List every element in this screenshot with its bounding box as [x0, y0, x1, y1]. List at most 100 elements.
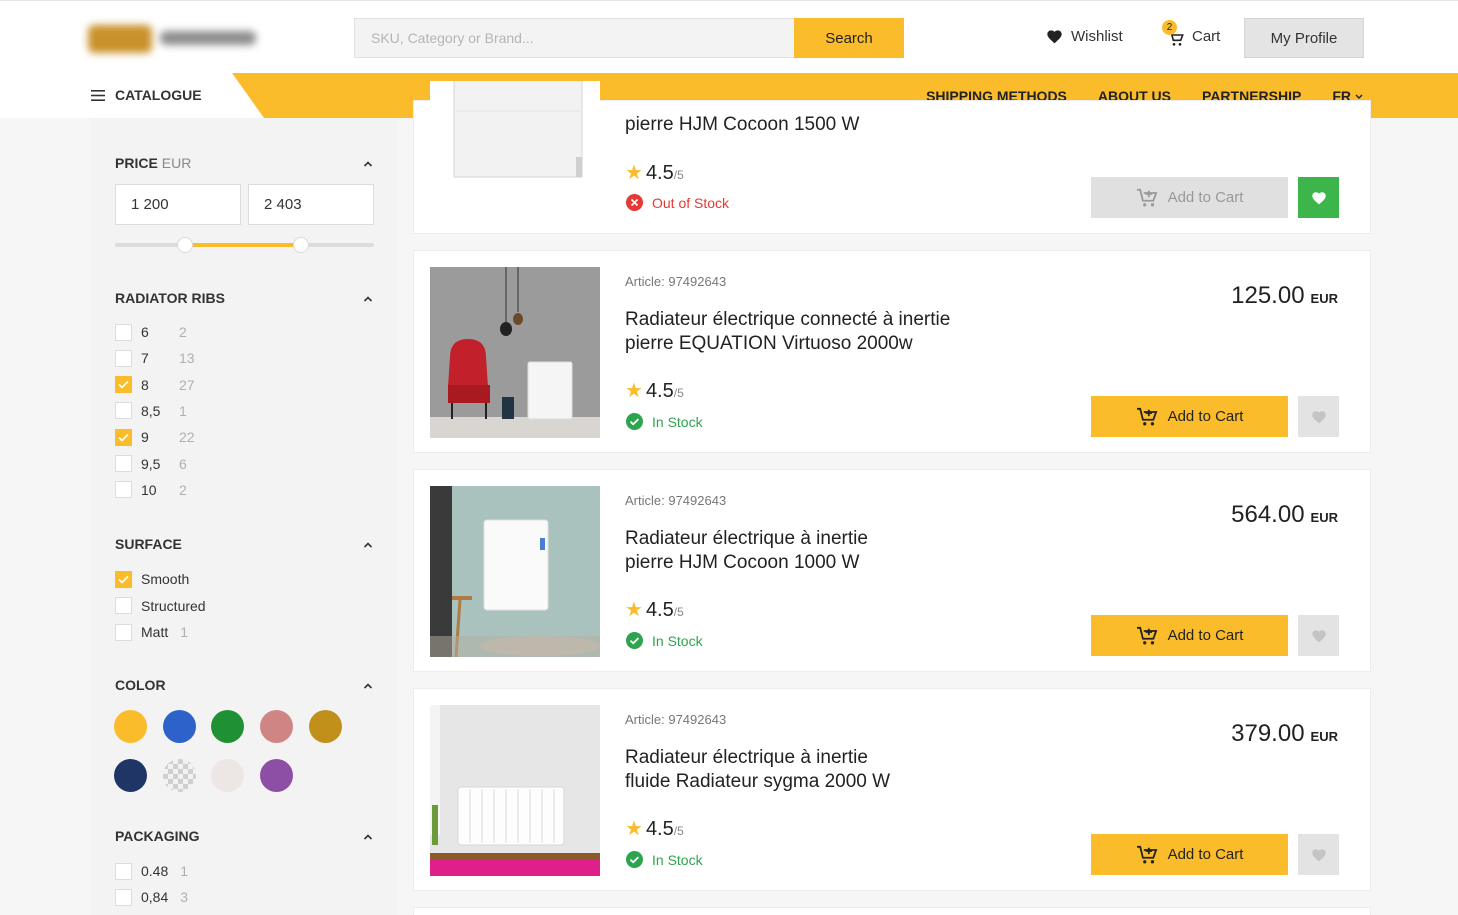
color-swatch[interactable]	[260, 710, 294, 743]
filter-option[interactable]: 0.48 1	[115, 862, 188, 880]
color-swatch[interactable]	[114, 759, 147, 792]
filters-sidebar: PRICEEUR RADIATOR RIBS 627138278,519229,…	[90, 118, 398, 915]
filter-option[interactable]: 8 27	[115, 376, 195, 394]
site-header: Search Wishlist 2 Cart My Profile	[0, 0, 1458, 73]
price-max-input[interactable]	[248, 184, 374, 225]
product-title[interactable]: pierre HJM Cocoon 1500 W	[625, 113, 1045, 137]
color-swatch[interactable]	[308, 710, 342, 743]
search-input[interactable]	[354, 18, 794, 58]
filter-option[interactable]: 8,5 1	[115, 402, 187, 420]
cart-link[interactable]: 2 Cart	[1162, 19, 1221, 46]
star-icon: ★	[625, 818, 643, 840]
price-min-input[interactable]	[115, 184, 241, 225]
packaging-filter-title: PACKAGING	[115, 828, 200, 844]
product-price: 379.00 EUR	[1231, 720, 1338, 747]
color-swatch[interactable]	[211, 759, 245, 792]
filter-option[interactable]: 9,5 6	[115, 455, 187, 473]
product-title[interactable]: Radiateur électrique à inertie pierre HJM…	[625, 527, 1045, 575]
product-image[interactable]	[430, 486, 600, 657]
color-filter-title: COLOR	[115, 677, 166, 693]
checkbox[interactable]	[115, 888, 132, 906]
product-image[interactable]	[430, 705, 600, 876]
cart-label: Cart	[1192, 28, 1221, 45]
product-image[interactable]	[430, 267, 600, 438]
add-to-wishlist-button[interactable]	[1298, 177, 1339, 218]
color-swatch[interactable]	[162, 759, 196, 792]
ribs-filter-title: RADIATOR RIBS	[115, 290, 225, 306]
catalogue-label: CATALOGUE	[115, 87, 202, 103]
add-cart-icon	[1136, 407, 1157, 425]
filter-option[interactable]: 62	[115, 323, 187, 341]
filter-option[interactable]: 0,84 3	[115, 888, 188, 906]
add-to-cart-button[interactable]: Add to Cart	[1091, 177, 1288, 218]
filter-option[interactable]: Structured	[115, 597, 206, 615]
filter-option-label: 7	[141, 350, 149, 367]
price-slider-min-handle[interactable]	[176, 237, 193, 253]
product-price: 125.00 EUR	[1231, 282, 1338, 309]
add-to-wishlist-button[interactable]	[1298, 615, 1339, 656]
checkbox[interactable]	[115, 402, 132, 420]
star-icon: ★	[625, 380, 643, 402]
chevron-up-icon[interactable]	[362, 160, 374, 168]
product-card: Article: 97492643 Radiateur électrique co…	[413, 250, 1371, 453]
heart-icon	[1047, 30, 1062, 44]
filter-option-label: 6	[141, 324, 149, 340]
checkbox[interactable]	[115, 481, 132, 499]
product-rating: ★ 4.5/5	[625, 818, 684, 840]
filter-option[interactable]: 10 2	[115, 481, 187, 499]
chevron-up-icon[interactable]	[362, 295, 374, 303]
product-rating: ★ 4.5/5	[625, 380, 684, 402]
checkbox[interactable]	[115, 349, 132, 367]
catalogue-tab[interactable]: CATALOGUE	[0, 73, 264, 118]
add-to-cart-button[interactable]: Add to Cart	[1091, 615, 1288, 656]
filter-option[interactable]: 7 13	[115, 349, 195, 367]
chevron-down-icon	[1355, 94, 1363, 99]
filter-option-label: 9,5	[141, 455, 161, 472]
filter-option[interactable]: Matt 1	[115, 623, 188, 641]
color-swatch[interactable]	[114, 710, 147, 743]
add-to-cart-button[interactable]: Add to Cart	[1091, 834, 1288, 875]
filter-option-count: 1	[180, 863, 189, 879]
product-title[interactable]: Radiateur électrique à inertie fluide Rad…	[625, 746, 1045, 794]
wishlist-link[interactable]: Wishlist	[1046, 28, 1123, 45]
checkbox[interactable]	[115, 862, 132, 880]
filter-option-label: Smooth	[141, 571, 190, 587]
heart-icon	[1311, 410, 1326, 423]
color-swatch[interactable]	[162, 710, 196, 743]
checkbox[interactable]	[115, 623, 132, 641]
star-icon: ★	[625, 599, 643, 621]
product-rating: ★ 4.5/5	[625, 599, 684, 621]
my-profile-button[interactable]: My Profile	[1244, 18, 1364, 58]
checkbox[interactable]	[115, 428, 132, 446]
filter-option-count: 1	[180, 624, 189, 640]
checkbox[interactable]	[115, 376, 132, 394]
color-swatch[interactable]	[211, 710, 245, 743]
price-slider[interactable]	[115, 237, 374, 253]
add-to-wishlist-button[interactable]	[1298, 396, 1339, 437]
filter-option[interactable]: Smooth	[115, 570, 189, 588]
filter-option-count: 22	[179, 429, 195, 446]
add-cart-icon	[1136, 845, 1157, 863]
chevron-up-icon[interactable]	[362, 541, 374, 549]
checkbox[interactable]	[115, 597, 132, 614]
checkbox[interactable]	[115, 323, 132, 341]
heart-icon	[1311, 848, 1326, 861]
add-to-cart-button[interactable]: Add to Cart	[1091, 396, 1288, 437]
add-to-wishlist-button[interactable]	[1298, 834, 1339, 875]
color-swatch[interactable]	[260, 759, 294, 792]
product-image[interactable]	[430, 81, 600, 217]
checkbox[interactable]	[115, 455, 132, 472]
price-slider-max-handle[interactable]	[293, 237, 310, 253]
filter-option[interactable]: 9 22	[115, 428, 195, 446]
product-title[interactable]: Radiateur électrique connecté à inertie p…	[625, 308, 1045, 356]
brand-logo[interactable]	[86, 21, 266, 57]
chevron-up-icon[interactable]	[362, 833, 374, 841]
price-filter-title: PRICE EUR	[115, 155, 192, 171]
search-button[interactable]: Search	[794, 18, 904, 58]
checkbox[interactable]	[115, 570, 132, 588]
filter-option-count: 1	[179, 402, 187, 419]
filter-option-count: 2	[179, 324, 187, 340]
stock-status: Out of Stock	[626, 194, 729, 211]
product-article: Article: 97492643	[625, 274, 727, 289]
chevron-up-icon[interactable]	[362, 682, 374, 690]
